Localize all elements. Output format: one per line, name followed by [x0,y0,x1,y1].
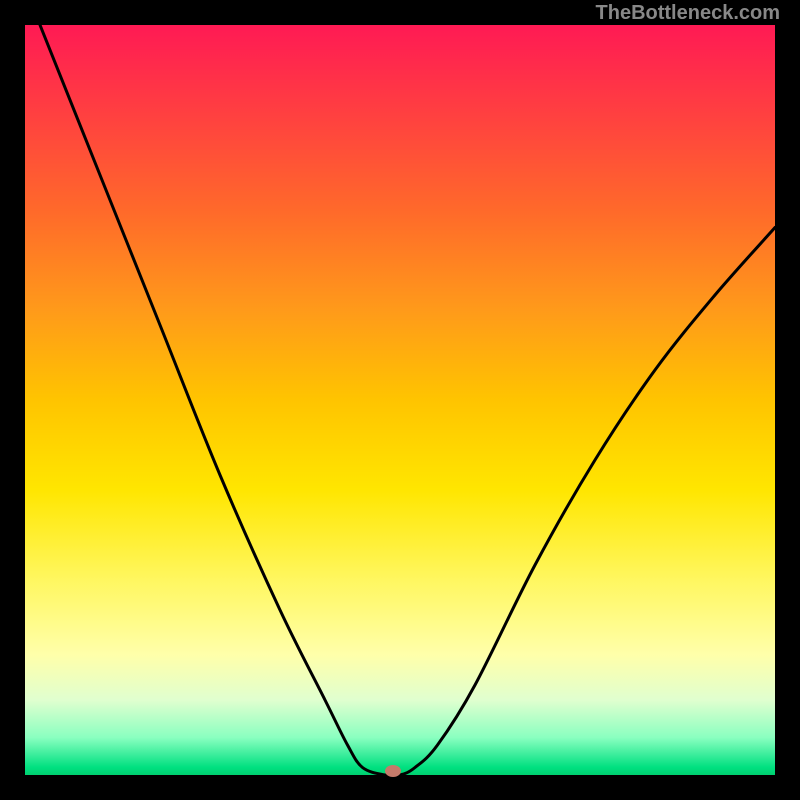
watermark-text: TheBottleneck.com [596,2,780,25]
bottleneck-curve [40,25,775,775]
chart-container: TheBottleneck.com [0,0,800,800]
curve-svg [25,25,775,775]
marker-dot [385,765,401,777]
plot-area [25,25,775,775]
